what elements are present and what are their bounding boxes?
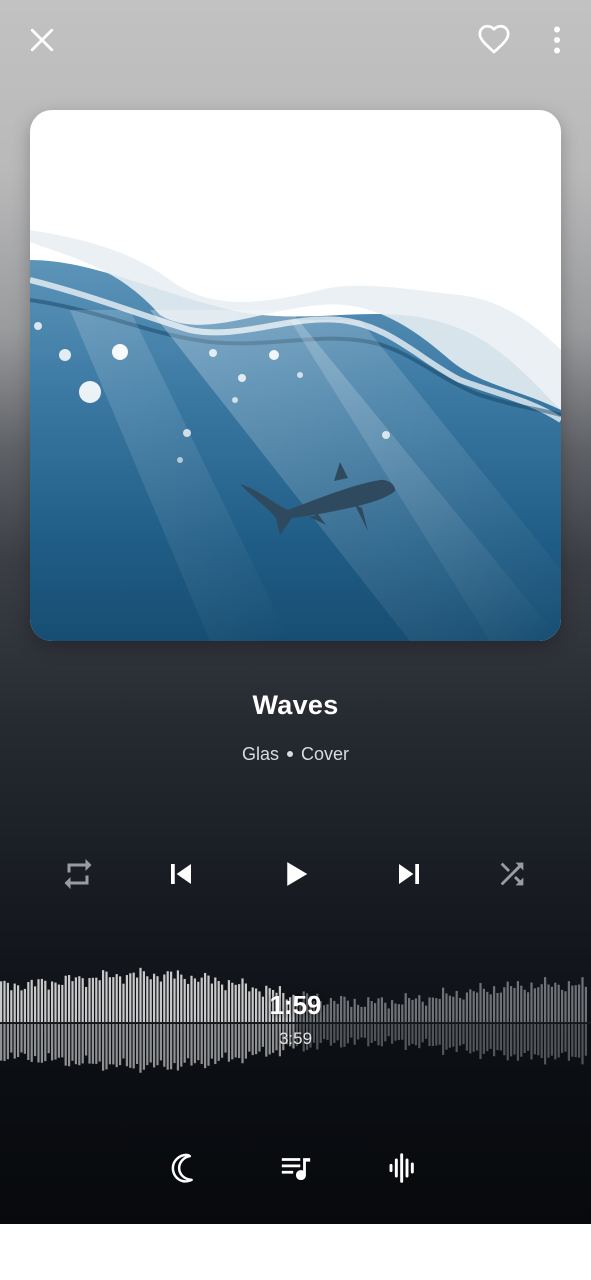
previous-track-button[interactable] [155, 848, 207, 900]
shuffle-button[interactable] [486, 848, 538, 900]
skip-next-icon [399, 864, 419, 884]
favorite-button[interactable] [472, 18, 516, 62]
audio-effects-button[interactable] [381, 1146, 425, 1190]
album-artwork [30, 110, 561, 641]
queue-button[interactable] [274, 1146, 318, 1190]
waveform-icon [389, 1153, 414, 1183]
sleep-timer-moon-icon [171, 1153, 193, 1183]
shuffle-icon [500, 862, 524, 886]
now-playing-screen: Waves Glas Cover 1:59 3:59 [0, 0, 591, 1224]
heart-outline-icon [478, 24, 510, 54]
play-icon [287, 862, 308, 886]
separator-dot [287, 750, 293, 757]
total-duration: 3:59 [278, 1029, 313, 1048]
close-icon [30, 28, 54, 52]
repeat-icon [64, 859, 92, 889]
more-vertical-icon [554, 26, 560, 54]
elapsed-time: 1:59 [269, 990, 322, 1020]
skip-previous-icon [171, 864, 191, 884]
song-title: Waves [252, 690, 339, 720]
waveform-baseline [0, 1022, 591, 1024]
queue-music-icon [281, 1158, 311, 1181]
song-tag: Cover [301, 744, 350, 764]
sleep-timer-button[interactable] [164, 1146, 208, 1190]
repeat-button[interactable] [52, 848, 104, 900]
close-button[interactable] [20, 18, 64, 62]
play-button[interactable] [270, 848, 322, 900]
more-options-button[interactable] [535, 18, 579, 62]
song-subtitle[interactable]: Glas Cover [0, 744, 591, 765]
artist-name[interactable]: Glas [242, 744, 279, 764]
next-track-button[interactable] [383, 848, 435, 900]
